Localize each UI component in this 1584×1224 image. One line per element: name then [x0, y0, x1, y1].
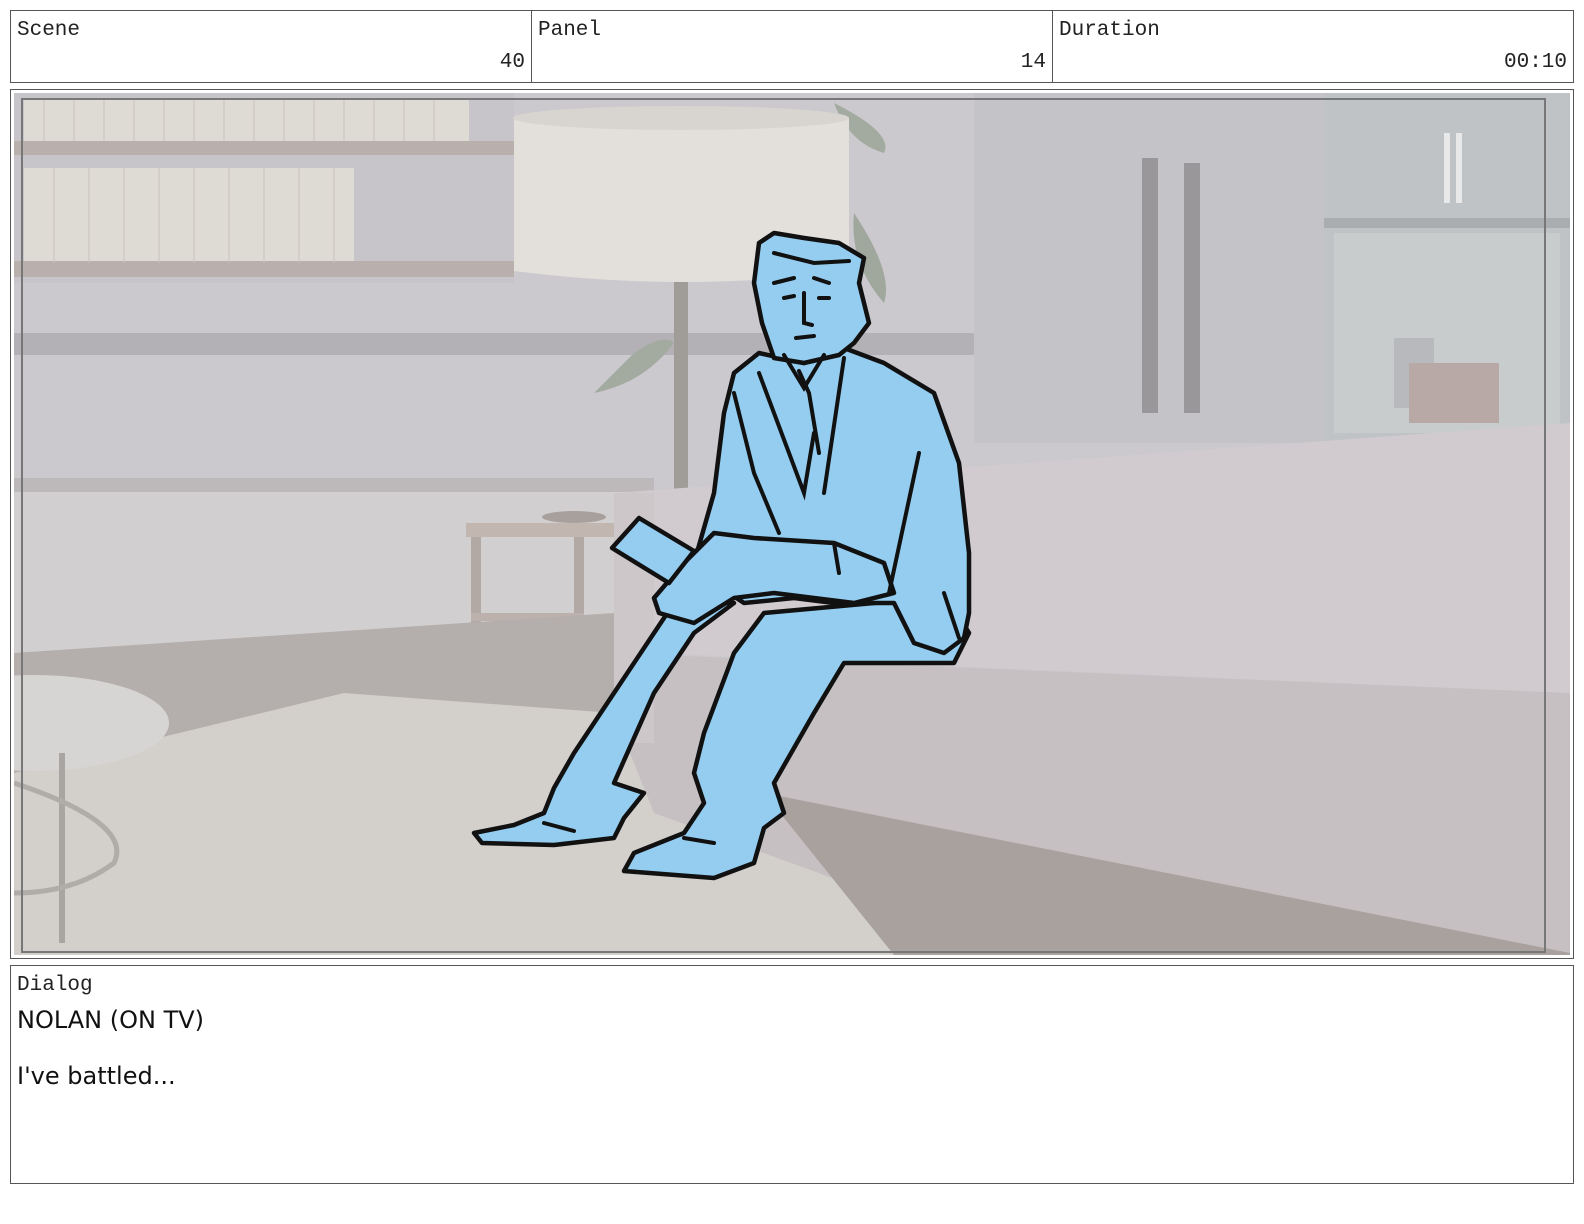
storyboard-panel	[10, 89, 1574, 959]
dialog-speaker: NOLAN (ON TV)	[17, 1006, 205, 1034]
panel-label: Panel	[538, 19, 602, 42]
dialog-line: I've battled...	[17, 1062, 176, 1090]
duration-value: 00:10	[1503, 51, 1567, 74]
scene-cell: Scene 40	[11, 11, 532, 82]
dialog-label: Dialog	[17, 974, 93, 997]
dialog-box: Dialog NOLAN (ON TV) I've battled...	[10, 965, 1574, 1184]
scene-number: 40	[499, 51, 525, 74]
duration-cell: Duration 00:10	[1053, 11, 1573, 82]
panel-number: 14	[1020, 51, 1046, 74]
panel-sketch-image	[14, 93, 1570, 955]
duration-label: Duration	[1059, 19, 1160, 42]
storyboard-header: Scene 40 Panel 14 Duration 00:10	[10, 10, 1574, 83]
panel-cell: Panel 14	[532, 11, 1053, 82]
scene-label: Scene	[17, 19, 81, 42]
